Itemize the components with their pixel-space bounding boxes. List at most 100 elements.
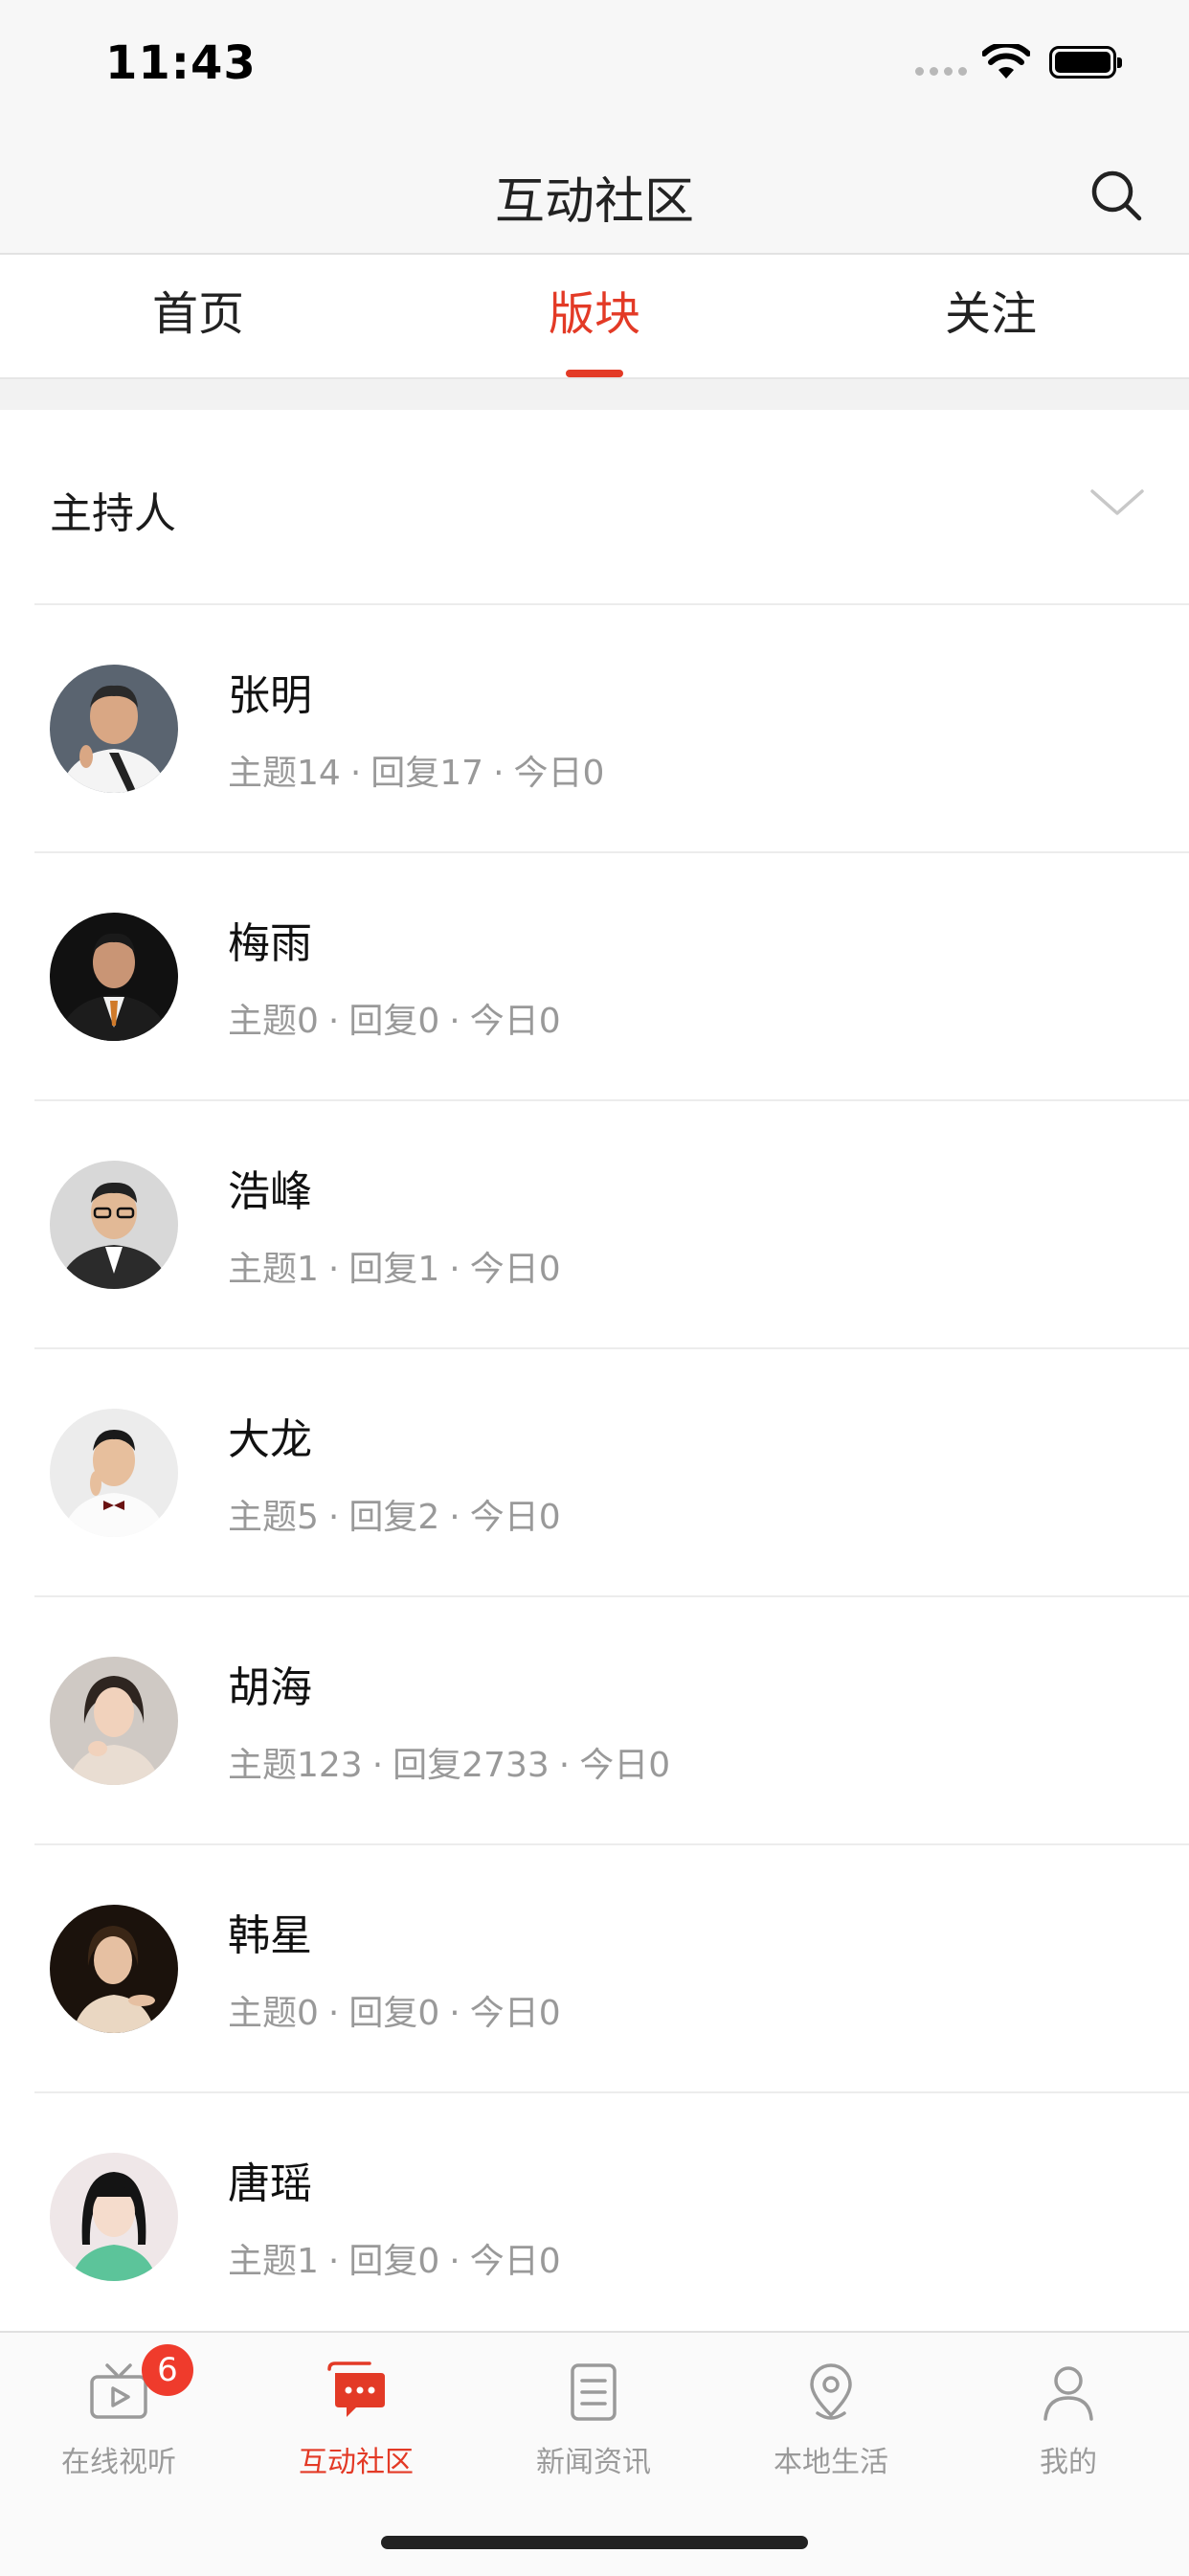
navigation-bar: 互动社区 xyxy=(0,134,1189,255)
tab-label: 版块 xyxy=(548,287,640,341)
avatar xyxy=(50,1409,178,1537)
today-count: 今日0 xyxy=(579,1746,671,1785)
tab-label: 我的 xyxy=(1040,2446,1097,2479)
avatar xyxy=(50,913,178,1041)
host-name: 韩星 xyxy=(228,1911,312,1960)
tab-label: 关注 xyxy=(944,287,1037,341)
reply-count: 回复0 xyxy=(348,2242,440,2281)
tab-label: 首页 xyxy=(151,287,244,341)
section-header-hosts[interactable]: 主持人 xyxy=(0,410,1189,603)
separator: · xyxy=(327,1498,340,1537)
host-name: 梅雨 xyxy=(228,919,312,968)
news-list-icon xyxy=(571,2363,617,2421)
today-count: 今日0 xyxy=(469,1498,561,1537)
separator: · xyxy=(327,2242,340,2281)
tab-online-media[interactable]: 6 在线视听 xyxy=(0,2333,237,2486)
notification-badge: 6 xyxy=(142,2344,193,2396)
reply-count: 回复1 xyxy=(348,1250,440,1289)
person-icon xyxy=(1043,2366,1093,2421)
avatar xyxy=(50,1905,178,2033)
today-count: 今日0 xyxy=(469,1002,561,1041)
tab-label: 在线视听 xyxy=(61,2446,176,2479)
host-row[interactable]: 唐瑶 主题1 · 回复0 · 今日0 xyxy=(0,2093,1189,2329)
tab-label: 互动社区 xyxy=(299,2446,414,2479)
host-stats: 主题123 · 回复2733 · 今日0 xyxy=(228,1737,670,1787)
active-tab-indicator xyxy=(566,370,623,377)
avatar xyxy=(50,1161,178,1289)
host-name: 大龙 xyxy=(228,1415,312,1464)
topic-count: 主题14 xyxy=(228,754,341,793)
separator: · xyxy=(558,1746,571,1785)
topic-count: 主题1 xyxy=(228,2242,319,2281)
location-pin-icon xyxy=(810,2363,852,2420)
tab-news[interactable]: 新闻资讯 xyxy=(475,2333,712,2486)
tab-community[interactable]: 互动社区 xyxy=(237,2333,475,2486)
home-indicator[interactable] xyxy=(381,2536,808,2549)
chevron-down-icon xyxy=(1090,489,1144,515)
avatar xyxy=(50,665,178,793)
reply-count: 回复17 xyxy=(370,754,484,793)
status-bar: 11:43 xyxy=(0,0,1189,134)
status-time: 11:43 xyxy=(105,36,257,90)
tab-me[interactable]: 我的 xyxy=(950,2333,1187,2486)
segment-tabs: 首页 版块 关注 xyxy=(0,255,1189,379)
reply-count: 回复0 xyxy=(348,1002,440,1041)
topic-count: 主题0 xyxy=(228,1994,319,2033)
separator: · xyxy=(449,1498,460,1537)
topic-count: 主题0 xyxy=(228,1002,319,1041)
separator: · xyxy=(449,1002,460,1041)
host-name: 张明 xyxy=(228,671,312,720)
separator: · xyxy=(327,1250,340,1289)
host-row[interactable]: 大龙 主题5 · 回复2 · 今日0 xyxy=(0,1349,1189,1596)
host-row[interactable]: 韩星 主题0 · 回复0 · 今日0 xyxy=(0,1845,1189,2092)
host-stats: 主题1 · 回复0 · 今日0 xyxy=(228,2233,561,2283)
tab-label: 新闻资讯 xyxy=(536,2446,651,2479)
section-title: 主持人 xyxy=(50,489,176,538)
chat-bubble-icon xyxy=(327,2361,385,2417)
reply-count: 回复2 xyxy=(348,1498,440,1537)
host-stats: 主题0 · 回复0 · 今日0 xyxy=(228,1985,561,2035)
host-name: 唐瑶 xyxy=(228,2159,312,2208)
battery-icon xyxy=(1049,46,1122,79)
topic-count: 主题123 xyxy=(228,1746,363,1785)
tab-home[interactable]: 首页 xyxy=(0,255,396,377)
search-icon xyxy=(1091,170,1142,221)
separator: · xyxy=(493,754,505,793)
separator: · xyxy=(327,1002,340,1041)
cellular-signal-icon xyxy=(915,67,967,76)
topic-count: 主题1 xyxy=(228,1250,319,1289)
tab-following[interactable]: 关注 xyxy=(793,255,1189,377)
tab-sections[interactable]: 版块 xyxy=(396,255,793,377)
separator: · xyxy=(371,1746,384,1785)
separator: · xyxy=(449,1250,460,1289)
host-name: 胡海 xyxy=(228,1663,312,1712)
search-button[interactable] xyxy=(1082,161,1151,230)
host-stats: 主题0 · 回复0 · 今日0 xyxy=(228,993,561,1043)
host-stats: 主题14 · 回复17 · 今日0 xyxy=(228,745,604,795)
host-stats: 主题1 · 回复1 · 今日0 xyxy=(228,1241,561,1291)
topic-count: 主题5 xyxy=(228,1498,319,1537)
reply-count: 回复0 xyxy=(348,1994,440,2033)
separator: · xyxy=(327,1994,340,2033)
reply-count: 回复2733 xyxy=(393,1746,550,1785)
host-name: 浩峰 xyxy=(228,1167,312,1216)
tab-label: 本地生活 xyxy=(774,2446,888,2479)
section-spacer xyxy=(0,379,1189,410)
separator: · xyxy=(349,754,362,793)
host-row[interactable]: 梅雨 主题0 · 回复0 · 今日0 xyxy=(0,853,1189,1100)
host-row[interactable]: 浩峰 主题1 · 回复1 · 今日0 xyxy=(0,1101,1189,1348)
today-count: 今日0 xyxy=(513,754,605,793)
tab-local-life[interactable]: 本地生活 xyxy=(712,2333,950,2486)
separator: · xyxy=(449,2242,460,2281)
today-count: 今日0 xyxy=(469,1994,561,2033)
host-row[interactable]: 张明 主题14 · 回复17 · 今日0 xyxy=(0,605,1189,852)
today-count: 今日0 xyxy=(469,1250,561,1289)
host-row[interactable]: 胡海 主题123 · 回复2733 · 今日0 xyxy=(0,1597,1189,1844)
avatar xyxy=(50,1657,178,1785)
separator: · xyxy=(449,1994,460,2033)
host-stats: 主题5 · 回复2 · 今日0 xyxy=(228,1489,561,1539)
avatar xyxy=(50,2153,178,2281)
today-count: 今日0 xyxy=(469,2242,561,2281)
wifi-icon xyxy=(982,44,1030,79)
page-title: 互动社区 xyxy=(494,173,694,231)
